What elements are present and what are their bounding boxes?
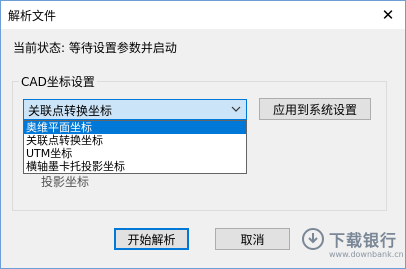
close-button[interactable]: ✕: [371, 1, 405, 29]
download-bank-logo-icon: [302, 228, 324, 250]
title-bar: 解析文件 ✕: [1, 1, 405, 29]
close-icon: ✕: [381, 6, 395, 24]
coordinate-type-dropdown-list: 奥维平面坐标 关联点转换坐标 UTM坐标 横轴墨卡托投影坐标: [23, 120, 247, 174]
apply-to-system-button[interactable]: 应用到系统设置: [259, 98, 371, 120]
group-legend: CAD坐标设置: [19, 73, 97, 90]
coordinate-type-combobox[interactable]: 关联点转换坐标: [23, 99, 247, 120]
dropdown-option-utm[interactable]: UTM坐标: [24, 147, 246, 160]
combobox-value: 关联点转换坐标: [28, 104, 113, 118]
obscured-option-text: 投影坐标: [41, 175, 90, 189]
watermark: 下载银行 www.downbank.cn: [301, 223, 404, 267]
watermark-name: 下载银行: [329, 231, 398, 250]
dropdown-option-linked-point[interactable]: 关联点转换坐标: [24, 134, 246, 147]
dropdown-option-transverse-mercator[interactable]: 横轴墨卡托投影坐标: [24, 160, 246, 173]
parse-file-dialog: 解析文件 ✕ 当前状态: 等待设置参数并启动 CAD坐标设置 关联点转换坐标 应…: [0, 0, 406, 269]
window-title: 解析文件: [8, 9, 57, 23]
status-text: 当前状态: 等待设置参数并启动: [13, 41, 177, 55]
chevron-down-icon: [231, 106, 241, 112]
watermark-url: www.downbank.cn: [329, 250, 404, 259]
cancel-button[interactable]: 取消: [215, 228, 290, 250]
start-parse-button[interactable]: 开始解析: [114, 228, 189, 250]
dropdown-option-ovi-plane[interactable]: 奥维平面坐标: [24, 121, 246, 134]
